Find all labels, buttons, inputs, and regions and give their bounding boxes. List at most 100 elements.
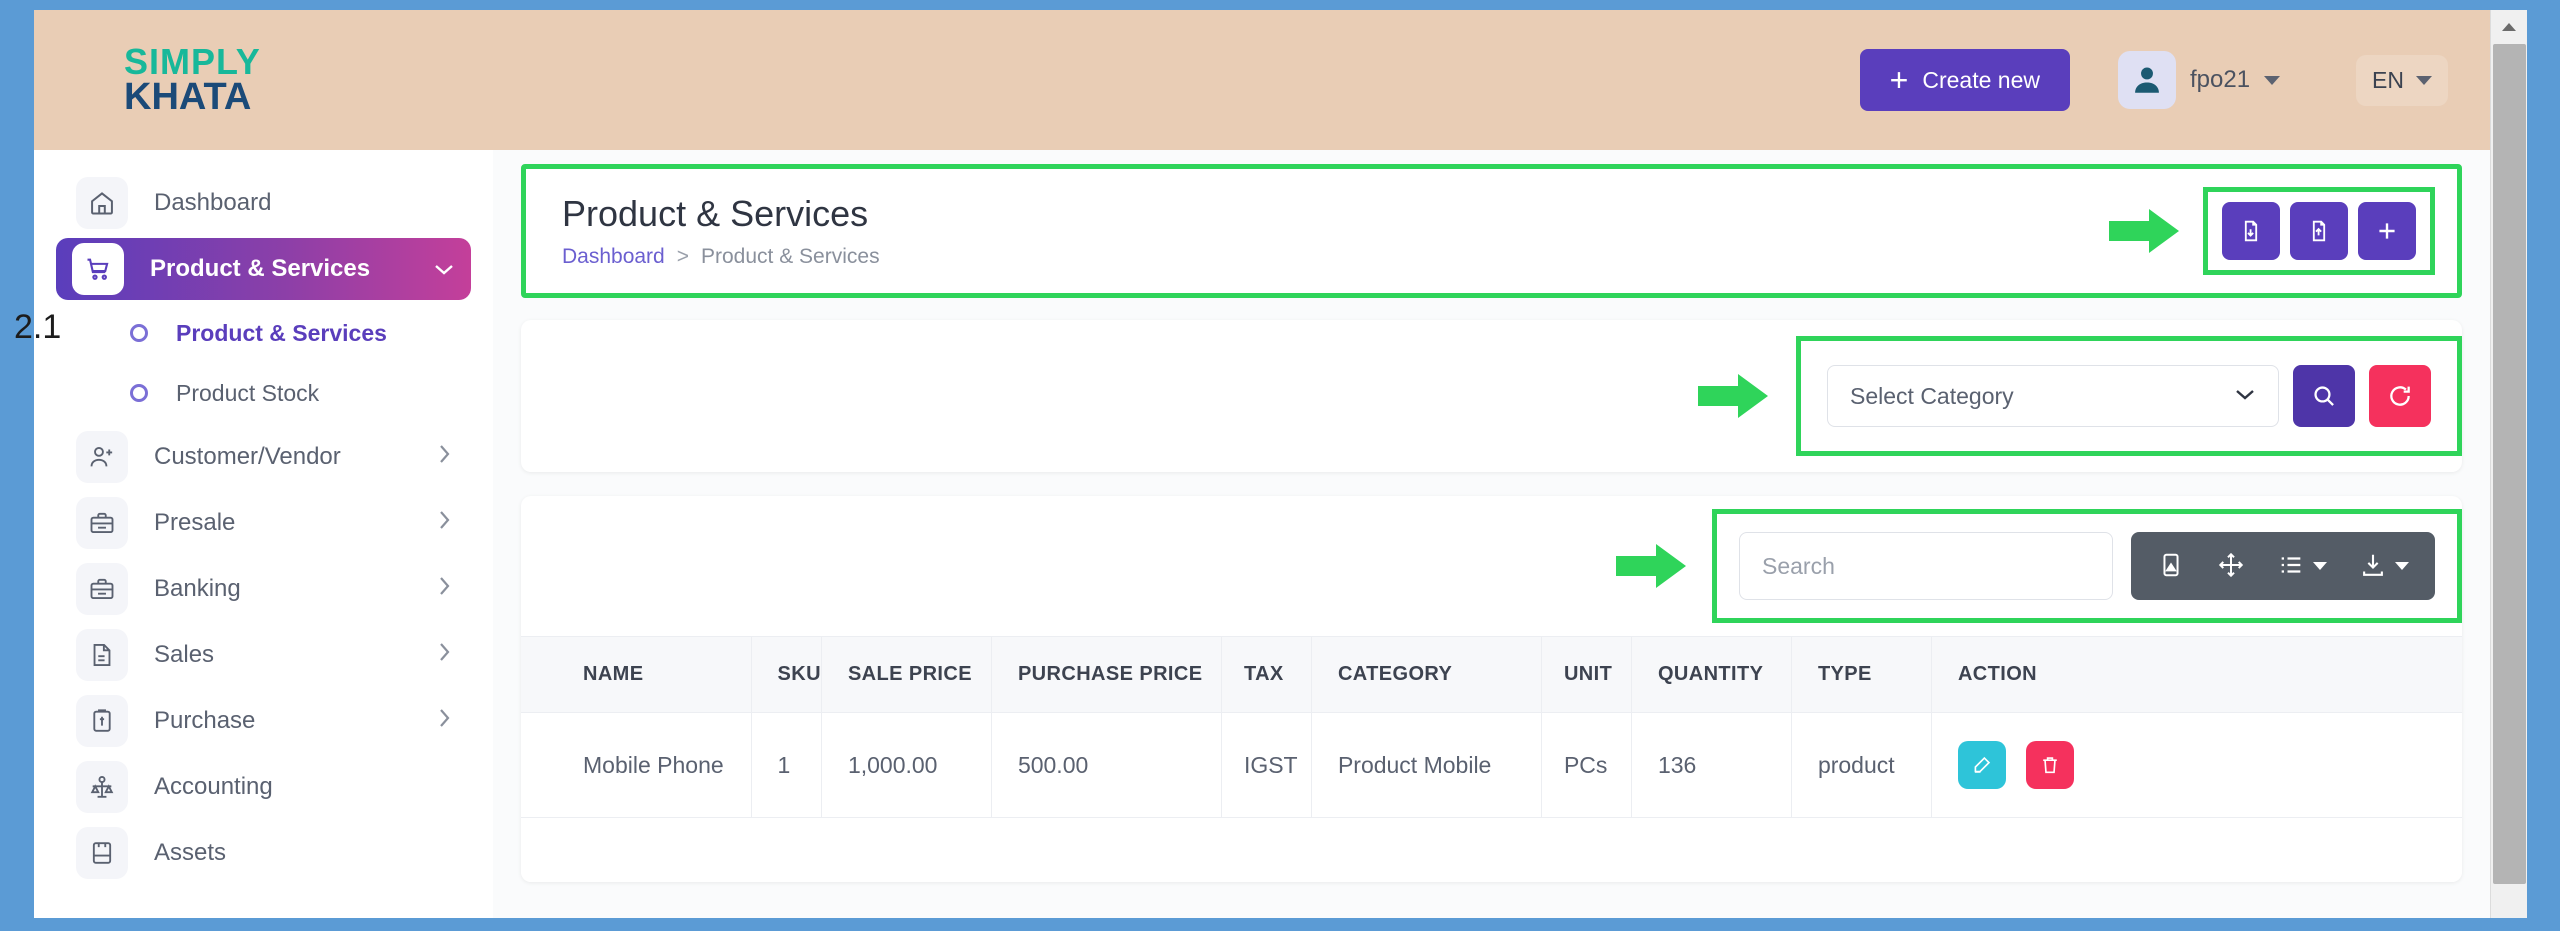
sidebar-item-purchase[interactable]: Purchase <box>60 690 467 752</box>
sidebar-item-label: Banking <box>154 575 241 603</box>
sidebar-item-label: Product & Services <box>150 255 370 283</box>
sidebar-item-presale[interactable]: Presale <box>60 492 467 554</box>
user-plus-icon <box>76 431 128 483</box>
arrow-right-icon <box>1614 540 1688 592</box>
image-icon <box>2157 551 2185 582</box>
export-download-button[interactable] <box>2347 532 2421 600</box>
import-button[interactable] <box>2222 202 2280 260</box>
caret-down-icon <box>2395 562 2409 570</box>
scrollbar-thumb[interactable] <box>2493 44 2526 884</box>
cell-quantity: 136 <box>1631 713 1791 818</box>
breadcrumb: Dashboard > Product & Services <box>562 245 880 269</box>
chevron-down-icon <box>2416 76 2432 85</box>
table-footer <box>521 818 2462 882</box>
table-toolbar-highlight <box>1712 509 2462 623</box>
column-header-tax[interactable]: TAX <box>1221 637 1311 713</box>
browser-viewport: SIMPLY™ KHATA + Create new fpo21 <box>34 10 2527 918</box>
briefcase-icon <box>76 497 128 549</box>
column-visibility-button[interactable] <box>2265 532 2339 600</box>
cell-name: Mobile Phone <box>521 713 751 818</box>
column-header-sale-price[interactable]: SALE PRICE <box>821 637 991 713</box>
column-header-sku[interactable]: SKU <box>751 637 821 713</box>
column-header-unit[interactable]: UNIT <box>1541 637 1631 713</box>
chevron-right-icon <box>437 641 451 669</box>
category-select[interactable]: Select Category <box>1827 365 2279 427</box>
filter-controls-highlight: Select Category <box>1796 336 2462 456</box>
breadcrumb-current: Product & Services <box>701 245 880 269</box>
sidebar-item-label: Assets <box>154 839 226 867</box>
logo-text-primary: SIMPLY <box>124 45 261 78</box>
sidebar-subitem-label: Product Stock <box>176 380 319 407</box>
user-menu[interactable]: fpo21 <box>2118 51 2280 109</box>
create-new-label: Create new <box>1922 67 2040 94</box>
column-header-name[interactable]: NAME <box>521 637 751 713</box>
user-icon <box>2118 51 2176 109</box>
caret-down-icon <box>2313 562 2327 570</box>
dot-icon <box>130 384 148 402</box>
fullscreen-button[interactable] <box>2205 532 2257 600</box>
file-text-icon <box>76 629 128 681</box>
sidebar-item-assets[interactable]: Assets <box>60 822 467 884</box>
page-header-highlight: Product & Services Dashboard > Product &… <box>521 164 2462 298</box>
sidebar-subitem-label: Product & Services <box>176 320 387 347</box>
table-row: Mobile Phone 1 1,000.00 500.00 IGST Prod… <box>521 713 2462 818</box>
download-icon <box>2359 551 2387 582</box>
sidebar-subitem-product-services[interactable]: Product & Services <box>60 304 467 362</box>
sidebar-item-dashboard[interactable]: Dashboard <box>60 172 467 234</box>
sidebar-item-banking[interactable]: Banking <box>60 558 467 620</box>
sidebar-item-sales[interactable]: Sales <box>60 624 467 686</box>
chevron-down-icon <box>2234 387 2256 406</box>
home-icon <box>76 177 128 229</box>
breadcrumb-dashboard-link[interactable]: Dashboard <box>562 245 665 269</box>
language-selector[interactable]: EN <box>2356 55 2448 106</box>
cell-category: Product Mobile <box>1311 713 1541 818</box>
sidebar-subitem-product-stock[interactable]: Product Stock <box>60 364 467 422</box>
column-header-type[interactable]: TYPE <box>1791 637 1931 713</box>
column-header-action: ACTION <box>1931 637 2462 713</box>
reset-button[interactable] <box>2369 365 2431 427</box>
add-button[interactable] <box>2358 202 2416 260</box>
cart-icon <box>72 243 124 295</box>
vertical-scrollbar[interactable] <box>2490 10 2527 918</box>
create-new-button[interactable]: + Create new <box>1860 49 2070 111</box>
export-button[interactable] <box>2290 202 2348 260</box>
sidebar-item-product-services[interactable]: Product & Services <box>56 238 471 300</box>
delete-row-button[interactable] <box>2026 741 2074 789</box>
table-body: Mobile Phone 1 1,000.00 500.00 IGST Prod… <box>521 713 2462 818</box>
language-label: EN <box>2372 67 2404 94</box>
column-header-category[interactable]: CATEGORY <box>1311 637 1541 713</box>
column-header-quantity[interactable]: QUANTITY <box>1631 637 1791 713</box>
breadcrumb-separator: > <box>677 245 689 269</box>
briefcase-icon <box>76 563 128 615</box>
chevron-down-icon <box>433 256 455 282</box>
page-actions-highlight <box>2203 187 2435 275</box>
sidebar-item-label: Presale <box>154 509 235 537</box>
app-header: SIMPLY™ KHATA + Create new fpo21 <box>34 10 2490 150</box>
sidebar-item-customer-vendor[interactable]: Customer/Vendor <box>60 426 467 488</box>
products-table: NAME SKU SALE PRICE PURCHASE PRICE TAX C… <box>521 636 2462 818</box>
header-actions: + Create new fpo21 EN <box>1860 10 2448 150</box>
cell-sale-price: 1,000.00 <box>821 713 991 818</box>
column-header-purchase-price[interactable]: PURCHASE PRICE <box>991 637 1221 713</box>
cell-unit: PCs <box>1541 713 1631 818</box>
dot-icon <box>130 324 148 342</box>
page-title: Product & Services <box>562 193 880 235</box>
chevron-right-icon <box>437 575 451 603</box>
scroll-up-arrow-icon[interactable] <box>2491 10 2527 44</box>
image-toggle-button[interactable] <box>2145 532 2197 600</box>
page-header: Product & Services Dashboard > Product &… <box>526 169 2457 293</box>
edit-row-button[interactable] <box>1958 741 2006 789</box>
sidebar-item-label: Accounting <box>154 773 273 801</box>
chevron-right-icon <box>437 443 451 471</box>
cell-actions <box>1931 713 2462 818</box>
sidebar-item-accounting[interactable]: Accounting <box>60 756 467 818</box>
screenshot-frame: SIMPLY™ KHATA + Create new fpo21 <box>0 0 2560 931</box>
search-input[interactable] <box>1739 532 2113 600</box>
cell-tax: IGST <box>1221 713 1311 818</box>
arrow-right-icon <box>1696 370 1770 422</box>
search-button[interactable] <box>2293 365 2355 427</box>
clipboard-icon <box>76 695 128 747</box>
sidebar-item-label: Dashboard <box>154 189 271 217</box>
sidebar-item-label: Customer/Vendor <box>154 443 341 471</box>
cell-sku: 1 <box>751 713 821 818</box>
